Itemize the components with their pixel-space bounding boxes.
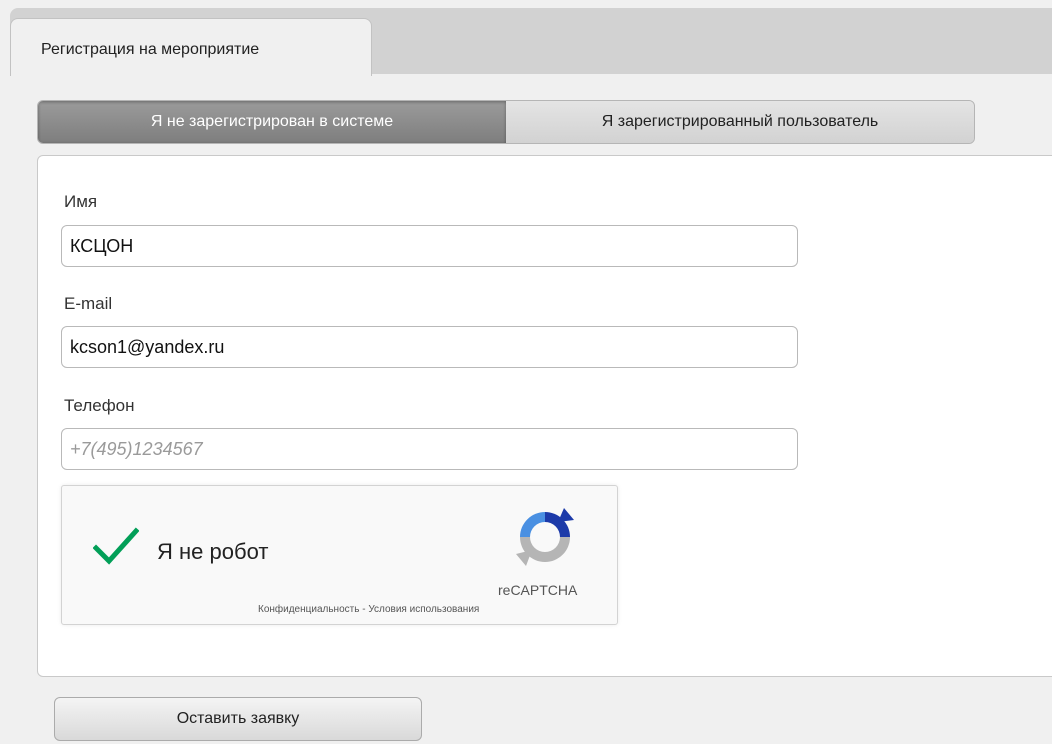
captcha-label: Я не робот [157,539,269,564]
registered-user-label: Я зарегистрированный пользователь [601,113,879,130]
email-label: E-mail [64,294,113,313]
registration-mode-toggle: Я не зарегистрирован в системе Я зарегис… [37,100,975,144]
recaptcha-brand: reCAPTCHA [498,582,578,598]
terms-link[interactable]: Условия использования [368,604,479,615]
recaptcha-logo-icon [516,508,574,566]
privacy-link[interactable]: Конфиденциальность [258,604,359,615]
name-input[interactable] [61,225,798,267]
email-input[interactable] [61,326,798,368]
name-label: Имя [64,192,98,211]
tab-event-registration[interactable]: Регистрация на мероприятие [10,18,372,76]
checkmark-icon[interactable] [93,527,139,567]
recaptcha-links: Конфиденциальность - Условия использован… [258,604,479,615]
submit-request-button[interactable]: Оставить заявку [54,697,422,741]
phone-label: Телефон [64,396,135,415]
unregistered-user-label: Я не зарегистрирован в системе [150,113,394,130]
link-separator: - [362,604,366,615]
registered-user-button[interactable]: Я зарегистрированный пользователь [506,101,974,143]
recaptcha-widget: Я не робот reCAPTCHA Конфиденциальность … [61,485,618,625]
tab-label: Регистрация на мероприятие [41,41,260,58]
unregistered-user-button[interactable]: Я не зарегистрирован в системе [38,101,506,143]
phone-input[interactable] [61,428,798,470]
registration-page: Регистрация на мероприятие Я не зарегист… [0,0,1052,744]
